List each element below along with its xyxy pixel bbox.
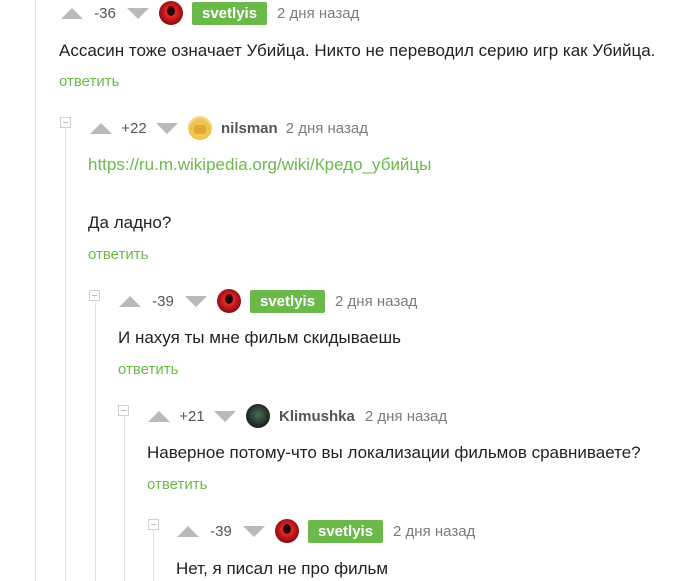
rating: -39	[210, 522, 232, 540]
avatar[interactable]	[246, 404, 270, 428]
reply-link[interactable]: ответить	[88, 246, 148, 263]
avatar[interactable]	[159, 1, 183, 25]
author-name[interactable]: svetlyis	[250, 289, 326, 313]
comment-text: Ассасин тоже означает Убийца. Никто не п…	[59, 41, 656, 60]
author-name[interactable]: nilsman	[221, 120, 278, 137]
comment-header: +22 nilsman 2 дня назад	[90, 115, 368, 141]
timestamp: 2 дня назад	[364, 407, 448, 425]
upvote-icon[interactable]	[61, 7, 83, 19]
downvote-icon[interactable]	[214, 410, 236, 422]
comment-text: Наверное потому-что вы локализации фильм…	[147, 443, 641, 462]
reply-link[interactable]: ответить	[147, 476, 207, 493]
comment-header: +21 Klimushka 2 дня назад	[148, 403, 447, 429]
upvote-icon[interactable]	[119, 295, 141, 307]
thread-line	[65, 128, 66, 581]
downvote-icon[interactable]	[243, 525, 265, 537]
timestamp: 2 дня назад	[277, 4, 360, 22]
upvote-icon[interactable]	[148, 410, 170, 422]
rating: -39	[152, 292, 174, 310]
downvote-icon[interactable]	[127, 7, 149, 19]
comment-header: -39 svetlyis 2 дня назад	[177, 518, 475, 544]
collapse-toggle[interactable]	[89, 290, 100, 301]
author-name[interactable]: svetlyis	[192, 1, 268, 25]
timestamp: 2 дня назад	[285, 119, 368, 137]
thread-line	[95, 302, 96, 581]
wikipedia-link[interactable]: https://ru.m.wikipedia.org/wiki/Кредо_уб…	[88, 155, 431, 175]
comment-text: Да ладно?	[88, 213, 172, 232]
comment-text: Нет, я писал не про фильм	[176, 559, 389, 578]
rating: +22	[121, 119, 147, 137]
thread-line	[124, 416, 125, 581]
collapse-toggle[interactable]	[60, 117, 71, 128]
collapse-toggle[interactable]	[148, 519, 159, 530]
thread-line	[35, 0, 36, 581]
rating: +21	[179, 407, 205, 425]
collapse-toggle[interactable]	[118, 405, 129, 416]
downvote-icon[interactable]	[185, 295, 207, 307]
upvote-icon[interactable]	[90, 122, 112, 134]
comment-header: -36 svetlyis 2 дня назад	[61, 0, 359, 26]
timestamp: 2 дня назад	[335, 292, 418, 310]
timestamp: 2 дня назад	[393, 522, 476, 540]
upvote-icon[interactable]	[177, 525, 199, 537]
author-name[interactable]: Klimushka	[279, 408, 355, 425]
avatar[interactable]	[217, 289, 241, 313]
comment-header: -39 svetlyis 2 дня назад	[119, 288, 417, 314]
avatar[interactable]	[275, 519, 299, 543]
downvote-icon[interactable]	[156, 122, 178, 134]
reply-link[interactable]: ответить	[59, 73, 119, 90]
avatar[interactable]	[188, 116, 212, 140]
thread-line	[153, 531, 154, 581]
author-name[interactable]: svetlyis	[308, 519, 384, 543]
comment-text: И нахуя ты мне фильм скидываешь	[118, 328, 401, 347]
reply-link[interactable]: ответить	[118, 361, 178, 378]
rating: -36	[94, 4, 116, 22]
